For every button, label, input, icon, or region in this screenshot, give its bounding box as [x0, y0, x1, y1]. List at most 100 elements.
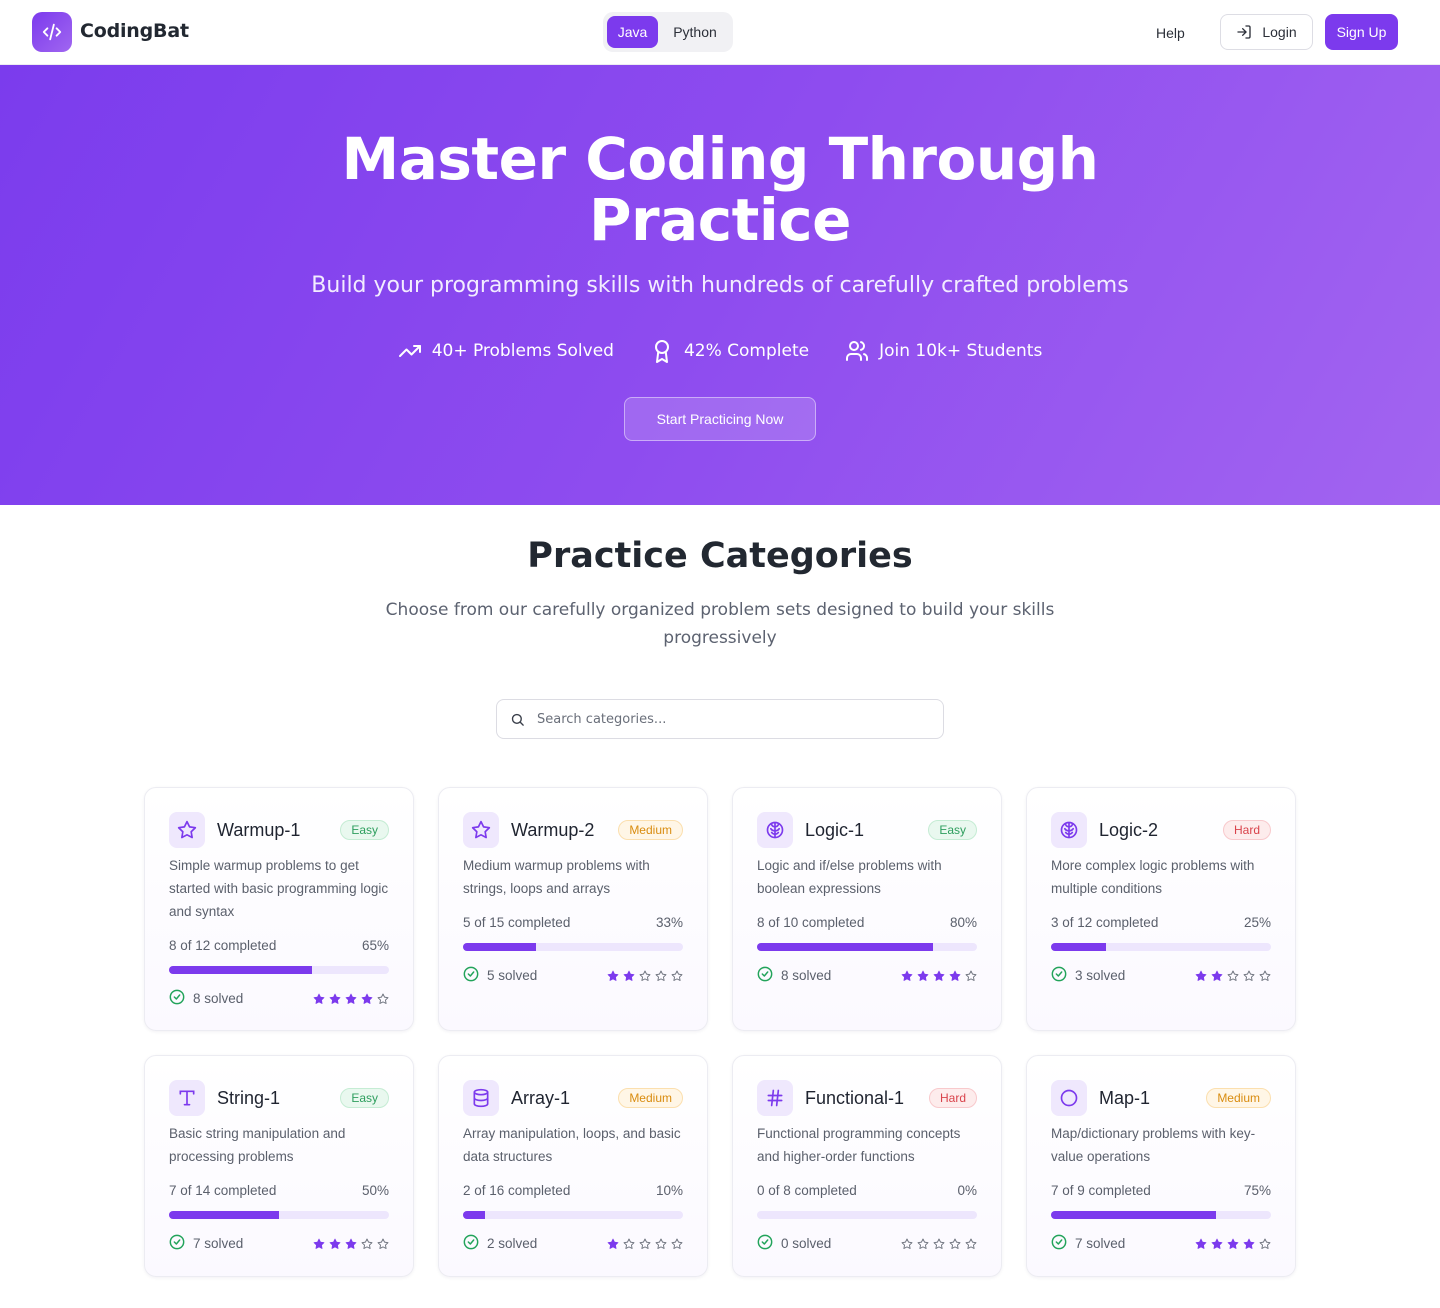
star-empty-icon	[377, 990, 389, 1009]
signup-button[interactable]: Sign Up	[1325, 14, 1398, 50]
progress-bar-fill	[463, 943, 536, 951]
category-card-logic-2[interactable]: Logic-2 Hard More complex logic problems w…	[1026, 787, 1296, 1031]
star-empty-icon	[655, 967, 667, 986]
star-filled-icon	[1211, 1235, 1223, 1254]
star-filled-icon	[1227, 1235, 1239, 1254]
progress-bar-fill	[1051, 943, 1106, 951]
progress-percent: 75%	[1243, 1183, 1271, 1198]
progress-bar	[463, 943, 683, 951]
stat-complete: 42% Complete	[650, 339, 809, 363]
solved-label: 5 solved	[487, 968, 538, 983]
category-search	[496, 699, 944, 739]
login-button[interactable]: Login	[1220, 14, 1313, 50]
category-title: Logic-2	[1099, 820, 1159, 840]
solved-label: 2 solved	[487, 1236, 538, 1251]
python-tab[interactable]: Python	[662, 16, 728, 48]
solved-count: 5 solved	[463, 966, 537, 985]
solved-label: 3 solved	[1075, 968, 1126, 983]
progress-percent: 33%	[655, 915, 683, 930]
category-title: Logic-1	[805, 820, 865, 840]
check-circle-icon	[463, 1234, 479, 1253]
star-filled-icon	[607, 1235, 619, 1254]
hero-banner: Master Coding Through Practice Build you…	[0, 65, 1440, 505]
brain-icon	[757, 812, 793, 848]
check-circle-icon	[169, 1234, 185, 1253]
star-empty-icon	[965, 967, 977, 986]
star-filled-icon	[623, 967, 635, 986]
star-filled-icon	[329, 990, 341, 1009]
solved-count: 0 solved	[757, 1234, 831, 1253]
rating-stars	[313, 1235, 389, 1254]
star-empty-icon	[639, 1235, 651, 1254]
difficulty-badge: Medium	[1206, 1088, 1271, 1108]
star-empty-icon	[965, 1235, 977, 1254]
progress-bar	[757, 1211, 977, 1219]
star-filled-icon	[345, 990, 357, 1009]
stat-problems-solved: 40+ Problems Solved	[398, 339, 614, 363]
progress-bar	[463, 1211, 683, 1219]
solved-count: 2 solved	[463, 1234, 537, 1253]
category-card-warmup-2[interactable]: Warmup-2 Medium Medium warmup problems wit…	[438, 787, 708, 1031]
trending-up-icon	[398, 345, 421, 357]
help-link[interactable]: Help	[1156, 16, 1185, 50]
progress-bar	[1051, 1211, 1271, 1219]
users-icon	[846, 341, 869, 361]
star-empty-icon	[671, 967, 683, 986]
difficulty-badge: Hard	[1222, 820, 1271, 840]
progress-text: 2 of 16 completed	[463, 1183, 571, 1198]
brand-name[interactable]: CodingBat	[80, 20, 189, 42]
solved-label: 7 solved	[193, 1236, 244, 1251]
solved-count: 8 solved	[757, 966, 831, 985]
category-card-string-1[interactable]: String-1 Easy Basic string manipulation an…	[144, 1055, 414, 1277]
category-description: Functional programming concepts and high…	[757, 1126, 961, 1164]
solved-label: 7 solved	[1075, 1236, 1126, 1251]
search-input[interactable]	[537, 700, 937, 738]
star-empty-icon	[1227, 967, 1239, 986]
category-card-array-1[interactable]: Array-1 Medium Array manipulation, loops, …	[438, 1055, 708, 1277]
category-description: Medium warmup problems with strings, loo…	[463, 858, 650, 896]
stat-label: Join 10k+ Students	[879, 341, 1043, 361]
star-filled-icon	[607, 967, 619, 986]
login-label: Login	[1262, 24, 1297, 40]
java-tab[interactable]: Java	[607, 16, 658, 48]
star-filled-icon	[917, 967, 929, 986]
progress-text: 3 of 12 completed	[1051, 915, 1159, 930]
brain-icon	[1051, 812, 1087, 848]
progress-bar-fill	[1051, 1211, 1216, 1219]
category-card-logic-1[interactable]: Logic-1 Easy Logic and if/else problems wi…	[732, 787, 1002, 1031]
star-filled-icon	[933, 967, 945, 986]
code-logo-icon[interactable]	[32, 12, 72, 52]
progress-bar-fill	[169, 966, 312, 974]
progress-percent: 80%	[949, 915, 977, 930]
category-description: Basic string manipulation and processing…	[169, 1126, 346, 1164]
category-card-warmup-1[interactable]: Warmup-1 Easy Simple warmup problems to ge…	[144, 787, 414, 1031]
stat-students: Join 10k+ Students	[845, 339, 1042, 363]
start-practicing-button[interactable]: Start Practicing Now	[624, 397, 816, 441]
progress-percent: 0%	[957, 1183, 977, 1198]
star-filled-icon	[313, 1235, 325, 1254]
login-icon	[1237, 25, 1252, 39]
check-circle-icon	[1051, 1234, 1067, 1253]
progress-bar-fill	[463, 1211, 485, 1219]
type-icon	[169, 1080, 205, 1116]
check-circle-icon	[757, 1234, 773, 1253]
difficulty-badge: Easy	[340, 1088, 389, 1108]
star-icon	[463, 812, 499, 848]
progress-text: 5 of 15 completed	[463, 915, 571, 930]
category-card-functional-1[interactable]: Functional-1 Hard Functional programming c…	[732, 1055, 1002, 1277]
rating-stars	[607, 967, 683, 986]
difficulty-badge: Medium	[618, 820, 683, 840]
rating-stars	[901, 1235, 977, 1254]
solved-count: 7 solved	[1051, 1234, 1125, 1253]
star-empty-icon	[361, 1235, 373, 1254]
progress-text: 8 of 12 completed	[169, 938, 277, 953]
star-empty-icon	[917, 1235, 929, 1254]
category-title: Warmup-1	[217, 820, 301, 840]
star-filled-icon	[313, 990, 325, 1009]
category-title: Warmup-2	[511, 820, 595, 840]
solved-count: 7 solved	[169, 1234, 243, 1253]
difficulty-badge: Easy	[340, 820, 389, 840]
rating-stars	[1195, 1235, 1271, 1254]
progress-percent: 50%	[361, 1183, 389, 1198]
category-card-map-1[interactable]: Map-1 Medium Map/dictionary problems with …	[1026, 1055, 1296, 1277]
